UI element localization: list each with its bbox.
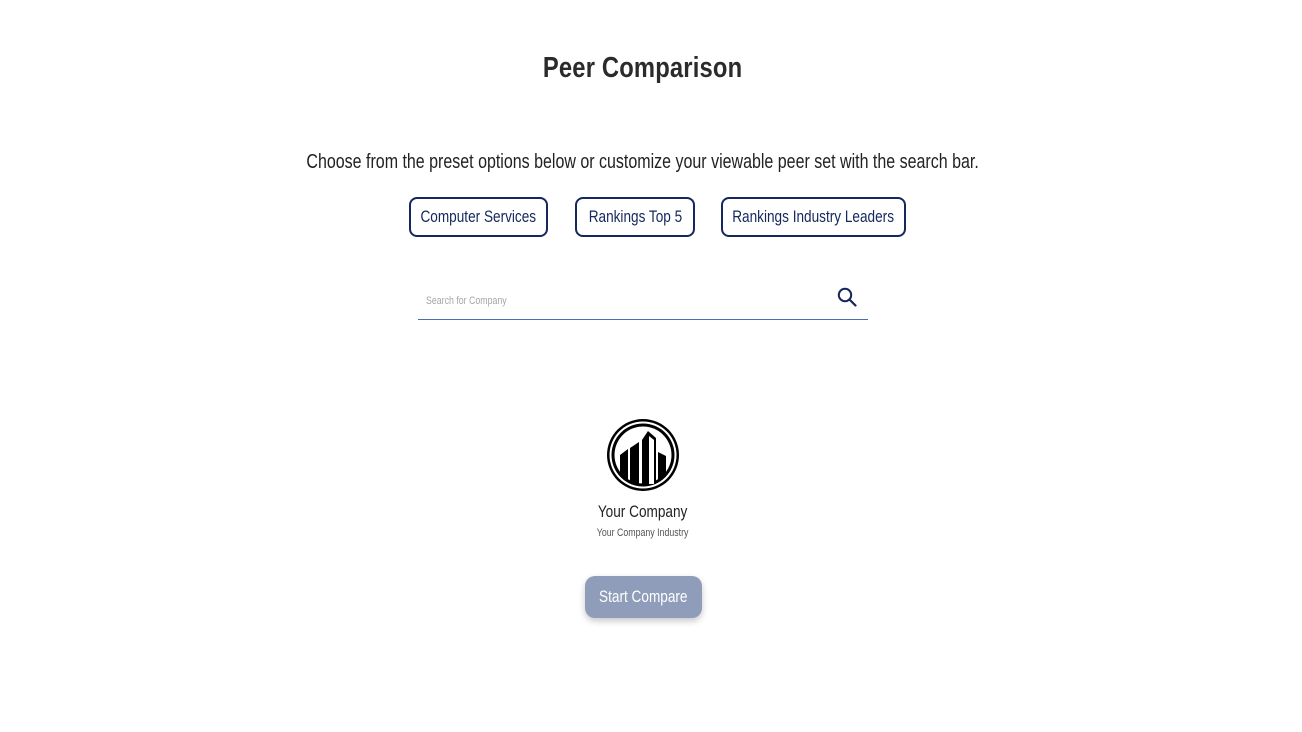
preset-rankings-top-5-button[interactable]: Rankings Top 5 [575, 197, 695, 237]
search-icon[interactable] [837, 287, 857, 307]
company-name: Your Company [597, 502, 688, 521]
preset-label: Computer Services [420, 207, 537, 226]
preset-rankings-industry-leaders-button[interactable]: Rankings Industry Leaders [721, 197, 906, 237]
start-compare-button[interactable]: Start Compare [585, 576, 702, 618]
preset-label: Rankings Top 5 [588, 207, 682, 226]
company-search-bar [418, 280, 868, 320]
search-input[interactable] [418, 288, 748, 314]
start-compare-label: Start Compare [599, 587, 688, 606]
company-industry: Your Company Industry [596, 527, 689, 539]
preset-computer-services-button[interactable]: Computer Services [409, 197, 548, 237]
page-title: Peer Comparison [542, 52, 743, 84]
page-instructions: Choose from the preset options below or … [306, 151, 979, 173]
peer-comparison-page: Peer Comparison Choose from the preset o… [0, 0, 1302, 732]
preset-label: Rankings Industry Leaders [732, 207, 895, 226]
building-logo-icon [607, 419, 679, 491]
